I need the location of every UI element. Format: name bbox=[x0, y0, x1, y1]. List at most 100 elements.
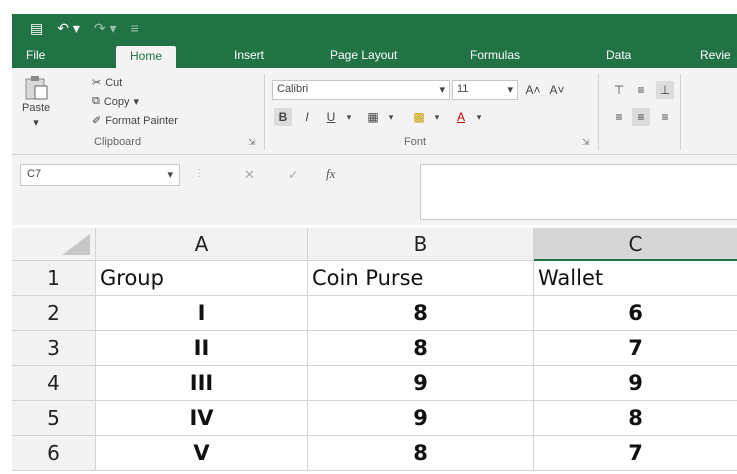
row-header[interactable]: 6 bbox=[12, 436, 96, 471]
tab-home[interactable]: Home bbox=[116, 46, 177, 68]
font-color-icon[interactable]: A bbox=[452, 108, 470, 126]
cell-c3[interactable]: 7 bbox=[534, 331, 737, 366]
cut-button[interactable]: ✂ Cut bbox=[92, 76, 122, 90]
cell-a5[interactable]: IV bbox=[96, 401, 308, 436]
ribbon-tabs: File Home Insert Page Layout Formulas Da… bbox=[12, 42, 737, 68]
font-color-dropdown-icon[interactable]: ▾ bbox=[470, 108, 488, 126]
tab-file[interactable]: File bbox=[26, 48, 45, 62]
font-name-value: Calibri bbox=[277, 83, 309, 95]
font-size-arrow-icon: ▾ bbox=[507, 84, 513, 96]
group-separator bbox=[264, 74, 265, 150]
paste-button[interactable]: Paste ▾ bbox=[22, 76, 50, 129]
table-row: 5 IV 9 8 bbox=[12, 401, 737, 436]
table-row: 4 III 9 9 bbox=[12, 366, 737, 401]
paste-icon bbox=[25, 76, 48, 100]
formula-input[interactable] bbox=[420, 164, 737, 220]
shrink-font-button[interactable]: A˅ bbox=[548, 81, 566, 99]
title-bar: ▤ ↶ ▾ ↷ ▾ ≡ bbox=[12, 14, 737, 42]
cell-b5[interactable]: 9 bbox=[308, 401, 534, 436]
tab-data[interactable]: Data bbox=[606, 48, 631, 62]
redo-icon[interactable]: ↷ ▾ bbox=[94, 20, 117, 37]
bold-button[interactable]: B bbox=[274, 108, 292, 126]
align-middle-icon[interactable]: ≡ bbox=[632, 81, 650, 99]
row-header[interactable]: 3 bbox=[12, 331, 96, 366]
cell-c5[interactable]: 8 bbox=[534, 401, 737, 436]
customize-quick-access-icon[interactable]: ≡ bbox=[131, 20, 139, 36]
name-box[interactable]: C7 ▾ bbox=[20, 164, 180, 186]
font-name-dropdown[interactable]: Calibri ▾ bbox=[272, 80, 450, 100]
cell-b3[interactable]: 8 bbox=[308, 331, 534, 366]
cell-a3[interactable]: II bbox=[96, 331, 308, 366]
row-header[interactable]: 1 bbox=[12, 261, 96, 296]
formula-bar-grip-icon: ⋮ bbox=[194, 168, 204, 179]
save-icon[interactable]: ▤ bbox=[30, 20, 43, 37]
underline-button[interactable]: U bbox=[322, 108, 340, 126]
align-right-icon[interactable]: ≡ bbox=[656, 108, 674, 126]
cancel-entry-icon[interactable]: ✕ bbox=[244, 167, 255, 183]
cell-b4[interactable]: 9 bbox=[308, 366, 534, 401]
clipboard-group-label: Clipboard bbox=[94, 136, 142, 148]
cell-b1[interactable]: Coin Purse bbox=[308, 261, 534, 296]
column-header-b[interactable]: B bbox=[308, 228, 534, 261]
paintbrush-icon: ✐ bbox=[92, 115, 102, 127]
cell-a2[interactable]: I bbox=[96, 296, 308, 331]
align-top-icon[interactable]: ⊤ bbox=[610, 81, 628, 99]
cell-a6[interactable]: V bbox=[96, 436, 308, 471]
scissors-icon: ✂ bbox=[92, 77, 102, 89]
copy-dropdown-icon[interactable]: ▾ bbox=[134, 95, 140, 108]
copy-icon: ⧉ bbox=[92, 95, 100, 107]
table-row: 1 Group Coin Purse Wallet bbox=[12, 261, 737, 296]
column-header-a[interactable]: A bbox=[96, 228, 308, 261]
font-size-dropdown[interactable]: 11 ▾ bbox=[452, 80, 518, 100]
tab-page-layout[interactable]: Page Layout bbox=[330, 48, 397, 62]
spreadsheet-grid: A B C 1 Group Coin Purse Wallet 2 I 8 6 … bbox=[12, 228, 737, 474]
fill-color-dropdown-icon[interactable]: ▾ bbox=[428, 108, 446, 126]
underline-dropdown-icon[interactable]: ▾ bbox=[340, 108, 358, 126]
group-separator bbox=[598, 74, 599, 150]
select-all-corner[interactable] bbox=[12, 228, 96, 261]
grow-font-button[interactable]: A˄ bbox=[524, 81, 542, 99]
column-header-row: A B C bbox=[12, 228, 737, 261]
font-dialog-launcher-icon[interactable]: ⇲ bbox=[582, 137, 590, 148]
copy-label: Copy bbox=[103, 95, 130, 108]
confirm-entry-icon[interactable]: ✓ bbox=[288, 167, 299, 183]
cell-a4[interactable]: III bbox=[96, 366, 308, 401]
tab-review[interactable]: Revie bbox=[700, 48, 731, 62]
name-box-arrow-icon: ▾ bbox=[167, 169, 173, 181]
excel-window: ▤ ↶ ▾ ↷ ▾ ≡ File Home Insert Page Layout… bbox=[0, 0, 737, 474]
row-header[interactable]: 4 bbox=[12, 366, 96, 401]
cell-c1[interactable]: Wallet bbox=[534, 261, 737, 296]
cell-c2[interactable]: 6 bbox=[534, 296, 737, 331]
row-header[interactable]: 2 bbox=[12, 296, 96, 331]
row-header[interactable]: 5 bbox=[12, 401, 96, 436]
clipboard-dialog-launcher-icon[interactable]: ⇲ bbox=[248, 137, 256, 148]
group-separator bbox=[680, 74, 681, 150]
cell-c6[interactable]: 7 bbox=[534, 436, 737, 471]
insert-function-icon[interactable]: fx bbox=[326, 166, 335, 182]
cell-a1[interactable]: Group bbox=[96, 261, 308, 296]
font-size-value: 11 bbox=[457, 83, 469, 95]
cell-b2[interactable]: 8 bbox=[308, 296, 534, 331]
copy-button[interactable]: ⧉ Copy ▾ bbox=[92, 95, 139, 108]
align-bottom-icon[interactable]: ⊥ bbox=[656, 81, 674, 99]
column-header-c[interactable]: C bbox=[534, 228, 737, 261]
undo-icon[interactable]: ↶ ▾ bbox=[57, 20, 80, 37]
paste-label: Paste bbox=[22, 102, 51, 114]
italic-button[interactable]: I bbox=[298, 108, 316, 126]
tab-insert[interactable]: Insert bbox=[234, 48, 264, 62]
ribbon: Paste ▾ ✂ Cut ⧉ Copy ▾ ✐ Format Painter … bbox=[12, 68, 737, 155]
select-all-triangle-icon bbox=[62, 233, 90, 255]
borders-icon[interactable]: ▦ bbox=[364, 108, 382, 126]
cell-b6[interactable]: 8 bbox=[308, 436, 534, 471]
paste-dropdown-icon[interactable]: ▾ bbox=[33, 116, 39, 129]
font-name-arrow-icon: ▾ bbox=[439, 84, 445, 96]
align-left-icon[interactable]: ≡ bbox=[610, 108, 628, 126]
fill-color-icon[interactable]: ▩ bbox=[410, 108, 428, 126]
format-painter-button[interactable]: ✐ Format Painter bbox=[92, 114, 178, 128]
align-center-icon[interactable]: ≡ bbox=[632, 108, 650, 126]
tab-formulas[interactable]: Formulas bbox=[470, 48, 520, 62]
borders-dropdown-icon[interactable]: ▾ bbox=[382, 108, 400, 126]
font-group-label: Font bbox=[404, 136, 427, 148]
cell-c4[interactable]: 9 bbox=[534, 366, 737, 401]
table-row: 3 II 8 7 bbox=[12, 331, 737, 366]
